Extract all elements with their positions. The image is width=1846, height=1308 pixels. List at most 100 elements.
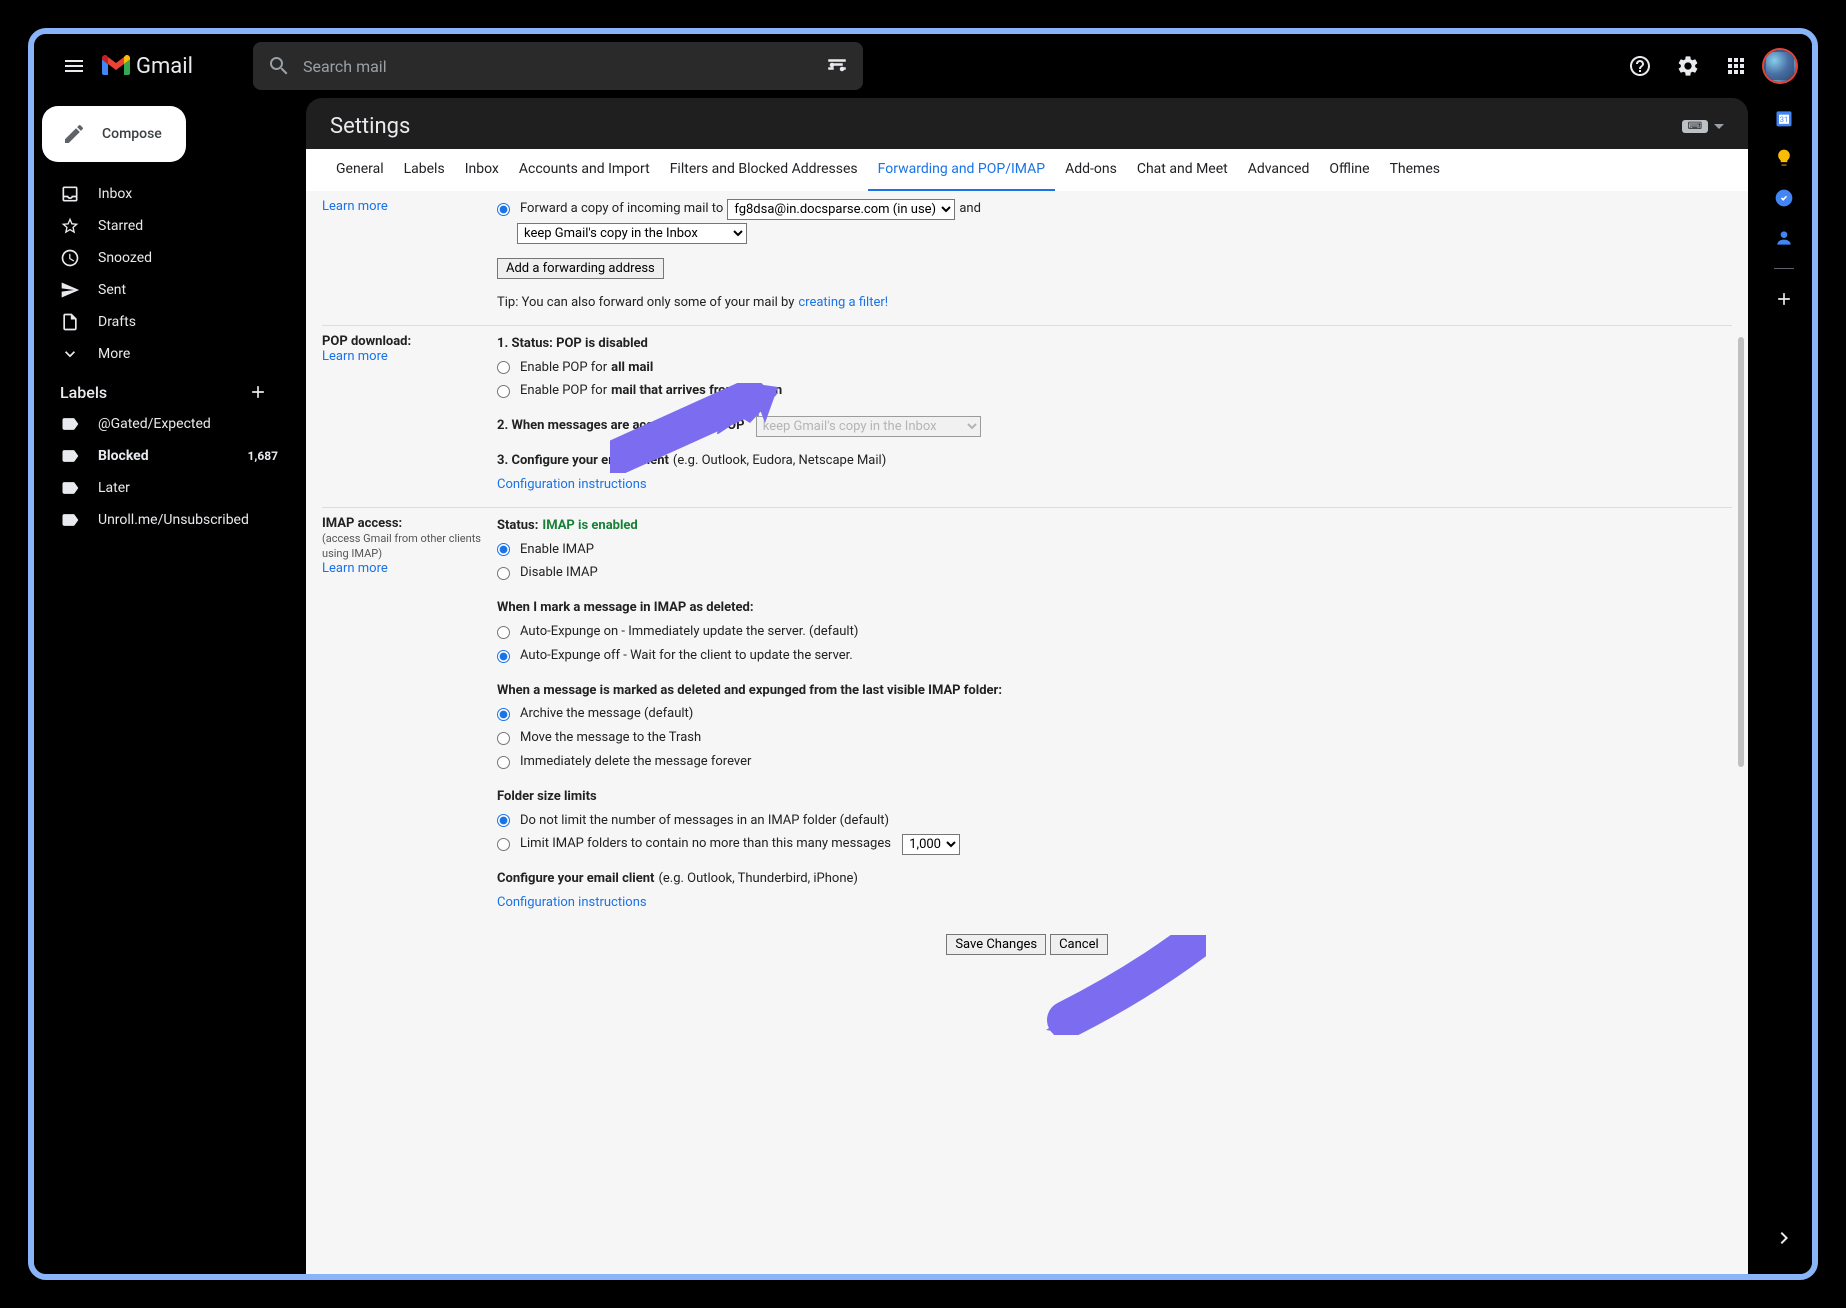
imap-title: IMAP access: <box>322 516 402 531</box>
pop-config-link[interactable]: Configuration instructions <box>497 475 647 496</box>
label-item-blocked[interactable]: Blocked1,687 <box>34 440 290 472</box>
nav-starred[interactable]: Starred <box>34 210 290 242</box>
add-label-icon[interactable] <box>248 382 268 402</box>
tab-addons[interactable]: Add-ons <box>1055 149 1127 191</box>
limit-select[interactable]: 1,000 <box>902 834 960 855</box>
gmail-logo[interactable]: Gmail <box>102 54 193 79</box>
search-options-icon[interactable] <box>825 54 849 78</box>
gear-icon <box>1676 54 1700 78</box>
settings-title: Settings <box>330 114 410 139</box>
label-text: @Gated/Expected <box>98 416 278 432</box>
star-icon <box>60 216 80 236</box>
trash-radio[interactable] <box>497 732 510 745</box>
tab-inbox[interactable]: Inbox <box>455 149 509 191</box>
input-tools-toggle[interactable]: ⌨ <box>1682 120 1724 133</box>
apps-button[interactable] <box>1716 46 1756 86</box>
main-menu-button[interactable] <box>50 42 98 90</box>
pop-now-prefix: Enable POP for <box>520 381 607 402</box>
nav-inbox[interactable]: Inbox <box>34 178 290 210</box>
imap-config-link[interactable]: Configuration instructions <box>497 893 647 914</box>
pop-now-radio[interactable] <box>497 385 510 398</box>
imap-deleted-title: When I mark a message in IMAP as deleted… <box>497 598 754 619</box>
label-icon <box>60 414 80 434</box>
nav-snoozed[interactable]: Snoozed <box>34 242 290 274</box>
labels-header: Labels <box>34 370 290 408</box>
add-app-icon[interactable] <box>1774 289 1794 309</box>
imap-enable-text: Enable IMAP <box>520 540 594 561</box>
nav-more[interactable]: More <box>34 338 290 370</box>
scrollbar[interactable] <box>1738 337 1744 767</box>
tasks-icon[interactable] <box>1774 188 1794 208</box>
label-count: 1,687 <box>248 449 279 463</box>
learn-more-link[interactable]: Learn more <box>322 199 388 214</box>
tab-labels[interactable]: Labels <box>394 149 455 191</box>
tip-text: Tip: You can also forward only some of y… <box>497 293 794 314</box>
section-imap: IMAP access: (access Gmail from other cl… <box>322 508 1732 925</box>
imap-enable-radio[interactable] <box>497 543 510 556</box>
collapse-panel-button[interactable] <box>1768 1222 1800 1254</box>
no-limit-radio[interactable] <box>497 814 510 827</box>
tab-themes[interactable]: Themes <box>1380 149 1450 191</box>
gmail-logo-icon <box>102 55 130 77</box>
save-bar: Save Changes Cancel <box>322 925 1732 963</box>
calendar-icon[interactable]: 31 <box>1774 108 1794 128</box>
nav-drafts[interactable]: Drafts <box>34 306 290 338</box>
keyboard-icon: ⌨ <box>1682 120 1708 133</box>
pop-all-radio[interactable] <box>497 361 510 374</box>
tab-advanced[interactable]: Advanced <box>1238 149 1320 191</box>
delete-radio[interactable] <box>497 756 510 769</box>
main-content: Settings ⌨ General Labels Inbox Accounts… <box>290 98 1756 1274</box>
tab-forwarding[interactable]: Forwarding and POP/IMAP <box>868 149 1055 191</box>
search-input[interactable] <box>303 57 825 76</box>
cancel-button[interactable]: Cancel <box>1050 934 1108 955</box>
logo-text: Gmail <box>136 54 193 79</box>
tab-accounts[interactable]: Accounts and Import <box>509 149 660 191</box>
limit-radio[interactable] <box>497 838 510 851</box>
nav-sent[interactable]: Sent <box>34 274 290 306</box>
forward-action-select[interactable]: keep Gmail's copy in the Inbox <box>517 223 747 244</box>
add-forwarding-button[interactable]: Add a forwarding address <box>497 258 664 279</box>
label-icon <box>60 510 80 530</box>
tab-chat[interactable]: Chat and Meet <box>1127 149 1238 191</box>
dropdown-arrow-icon <box>1714 122 1724 132</box>
settings-button[interactable] <box>1668 46 1708 86</box>
pop-status-prefix: 1. Status: <box>497 336 556 351</box>
forward-address-select[interactable]: fg8dsa@in.docsparse.com (in use) <box>727 199 955 220</box>
tab-offline[interactable]: Offline <box>1319 149 1379 191</box>
hamburger-icon <box>62 54 86 78</box>
help-button[interactable] <box>1620 46 1660 86</box>
chevron-right-icon <box>1772 1226 1796 1250</box>
learn-more-link[interactable]: Learn more <box>322 561 388 576</box>
pop-configure-hint: (e.g. Outlook, Eudora, Netscape Mail) <box>673 451 886 472</box>
archive-radio[interactable] <box>497 708 510 721</box>
label-item-unroll[interactable]: Unroll.me/Unsubscribed <box>34 504 290 536</box>
save-button[interactable]: Save Changes <box>946 934 1046 955</box>
pop-access-select: keep Gmail's copy in the Inbox <box>756 416 981 437</box>
send-icon <box>60 280 80 300</box>
learn-more-link[interactable]: Learn more <box>322 349 388 364</box>
account-avatar[interactable] <box>1764 50 1796 82</box>
pop-all-prefix: Enable POP for <box>520 358 607 379</box>
chevron-down-icon <box>60 344 80 364</box>
keep-icon[interactable] <box>1774 148 1794 168</box>
create-filter-link[interactable]: creating a filter! <box>798 293 888 314</box>
label-item-later[interactable]: Later <box>34 472 290 504</box>
contacts-icon[interactable] <box>1774 228 1794 248</box>
imap-disable-text: Disable IMAP <box>520 563 598 584</box>
expunge-off-radio[interactable] <box>497 650 510 663</box>
tab-filters[interactable]: Filters and Blocked Addresses <box>660 149 868 191</box>
imap-sub: (access Gmail from other clients using I… <box>322 532 481 560</box>
limits-title: Folder size limits <box>497 787 597 808</box>
imap-status-prefix: Status: <box>497 516 538 537</box>
app-header: Gmail <box>34 34 1812 98</box>
forward-on-radio[interactable] <box>497 203 510 216</box>
pop-now-bold: mail that arrives from now on <box>611 381 782 402</box>
imap-disable-radio[interactable] <box>497 567 510 580</box>
expunge-on-radio[interactable] <box>497 626 510 639</box>
tab-general[interactable]: General <box>326 149 394 191</box>
search-bar[interactable] <box>253 42 863 90</box>
label-text: Blocked <box>98 448 248 464</box>
compose-button[interactable]: Compose <box>42 106 186 162</box>
help-icon <box>1628 54 1652 78</box>
label-item-gated[interactable]: @Gated/Expected <box>34 408 290 440</box>
